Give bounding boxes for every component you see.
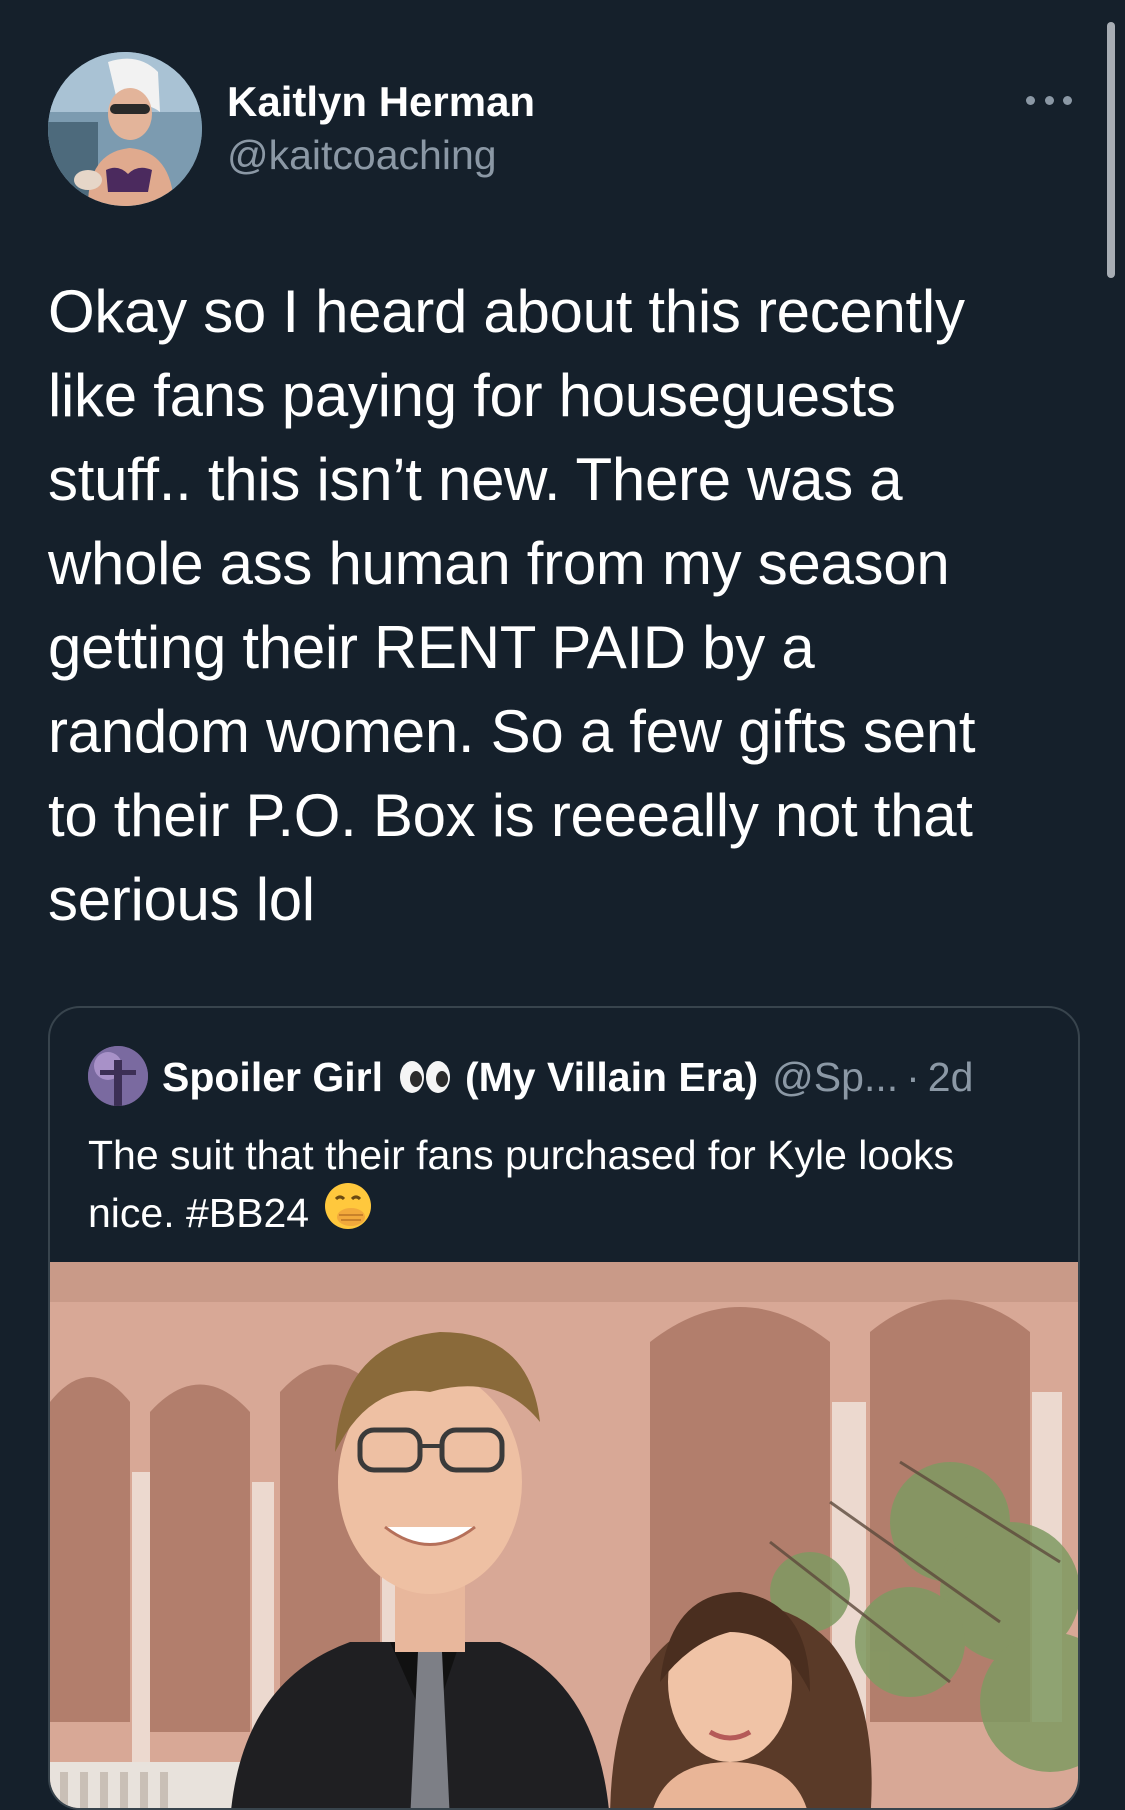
author-avatar[interactable] (48, 52, 202, 206)
face-with-hand-over-mouth-icon (323, 1181, 373, 1246)
author-handle[interactable]: @kaitcoaching (227, 132, 497, 179)
tweet: Kaitlyn Herman @kaitcoaching Okay so I h… (0, 0, 1125, 1810)
quoted-photo[interactable] (50, 1262, 1078, 1808)
quoted-author-avatar[interactable] (88, 1046, 148, 1106)
quoted-timestamp[interactable]: 2d (928, 1054, 974, 1101)
scrollbar[interactable] (1107, 22, 1115, 278)
separator-dot: · (906, 1053, 920, 1100)
eyes-emoji-icon (399, 1060, 451, 1094)
quoted-tweet-header: Spoiler Girl (My Villain Era) @Sp... · 2… (162, 1052, 973, 1102)
quoted-author-handle[interactable]: @Sp... (772, 1054, 898, 1101)
quoted-tweet[interactable]: Spoiler Girl (My Villain Era) @Sp... · 2… (48, 1006, 1080, 1810)
quoted-text-content: The suit that their fans purchased for K… (88, 1132, 955, 1236)
more-horizontal-icon[interactable] (1026, 92, 1072, 108)
author-name[interactable]: Kaitlyn Herman (227, 78, 535, 126)
tweet-text: Okay so I heard about this recently like… (48, 278, 976, 933)
quoted-author-name[interactable]: Spoiler Girl (162, 1054, 383, 1101)
quoted-tweet-text: The suit that their fans purchased for K… (88, 1126, 1048, 1246)
quoted-author-name-suffix[interactable]: (My Villain Era) (465, 1054, 758, 1101)
